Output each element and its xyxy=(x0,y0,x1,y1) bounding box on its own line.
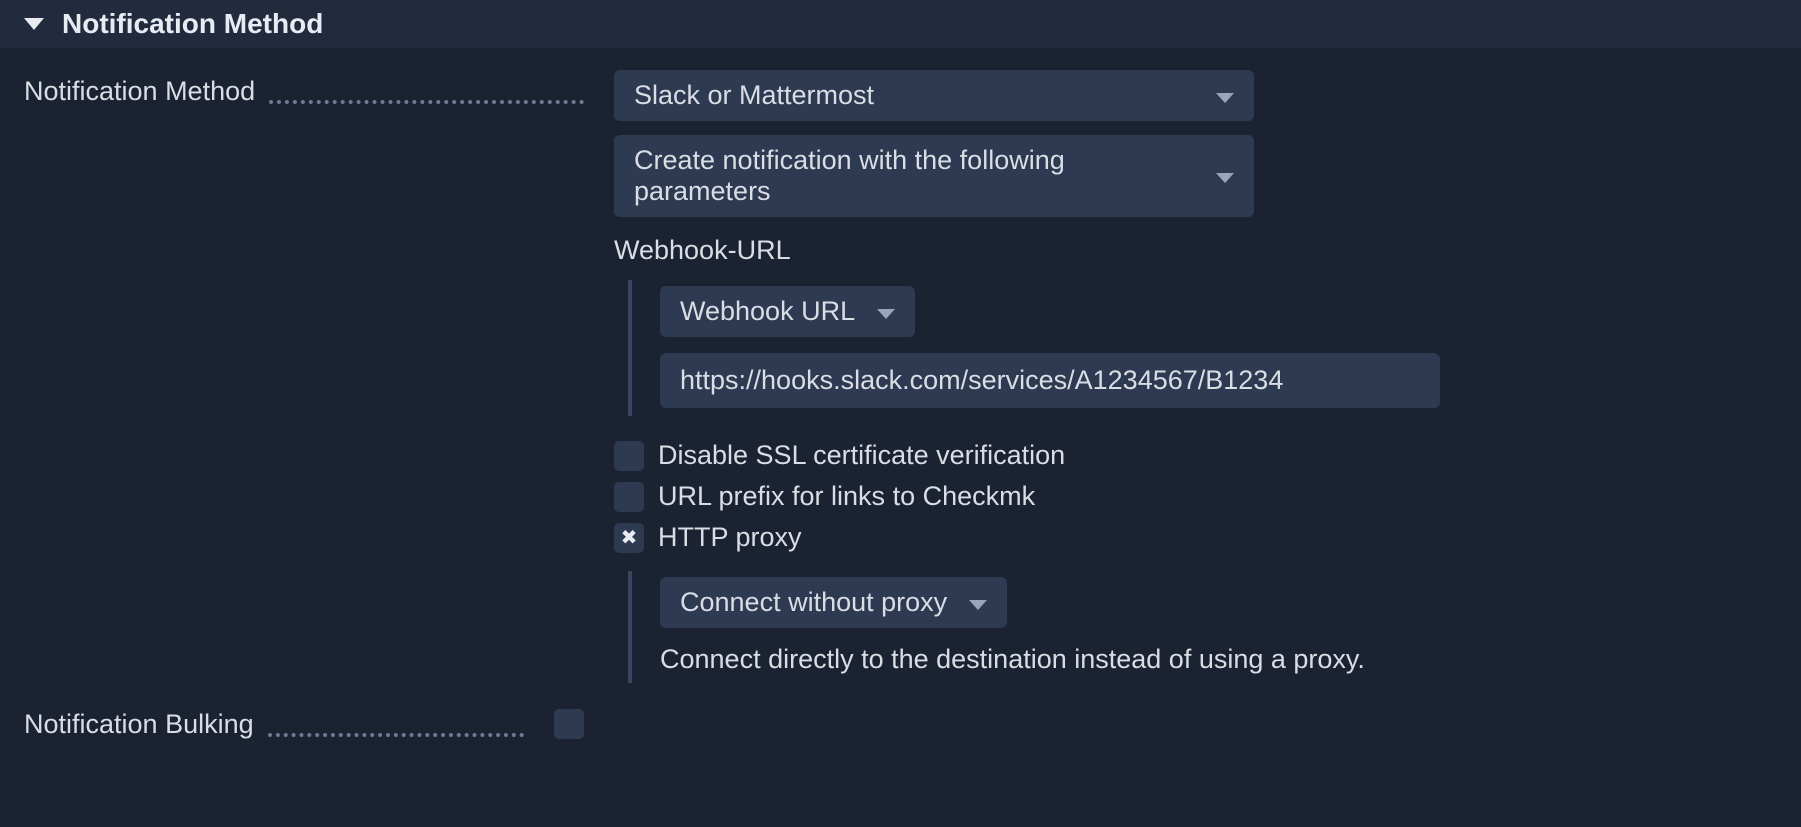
option-http-proxy[interactable]: HTTP proxy xyxy=(614,522,1777,553)
bulking-checkbox[interactable] xyxy=(554,709,584,739)
option-http-proxy-label: HTTP proxy xyxy=(658,522,802,553)
dots-filler xyxy=(268,733,524,737)
chevron-down-icon xyxy=(877,309,895,319)
proxy-help-text: Connect directly to the destination inst… xyxy=(660,644,1777,675)
collapse-caret-icon xyxy=(24,18,44,30)
webhook-indent-block: Webhook URL xyxy=(628,280,1777,416)
section-title: Notification Method xyxy=(62,8,323,40)
input-col: Slack or Mattermost Create notification … xyxy=(614,70,1777,683)
row-notification-bulking: Notification Bulking xyxy=(24,703,1777,746)
checkbox-checked-icon[interactable] xyxy=(614,523,644,553)
proxy-indent-block: Connect without proxy Connect directly t… xyxy=(628,571,1777,683)
webhook-url-input[interactable] xyxy=(660,353,1440,408)
bulking-checkbox-wrap xyxy=(554,703,584,746)
section-header[interactable]: Notification Method xyxy=(0,0,1801,48)
proxy-value: Connect without proxy xyxy=(680,587,947,618)
notification-mode-value: Create notification with the following p… xyxy=(634,145,1194,207)
notification-method-select[interactable]: Slack or Mattermost xyxy=(614,70,1254,121)
webhook-type-value: Webhook URL xyxy=(680,296,855,327)
notification-method-label: Notification Method xyxy=(24,76,255,107)
checkbox-unchecked-icon[interactable] xyxy=(614,482,644,512)
notification-method-value: Slack or Mattermost xyxy=(634,80,874,111)
webhook-section-label: Webhook-URL xyxy=(614,235,1777,266)
option-disable-ssl-label: Disable SSL certificate verification xyxy=(658,440,1065,471)
label-col: Notification Method xyxy=(24,70,614,107)
chevron-down-icon xyxy=(1216,93,1234,103)
option-disable-ssl[interactable]: Disable SSL certificate verification xyxy=(614,440,1777,471)
proxy-select[interactable]: Connect without proxy xyxy=(660,577,1007,628)
notification-mode-select[interactable]: Create notification with the following p… xyxy=(614,135,1254,217)
option-url-prefix-label: URL prefix for links to Checkmk xyxy=(658,481,1035,512)
checkbox-unchecked-icon[interactable] xyxy=(614,441,644,471)
form-body: Notification Method Slack or Mattermost … xyxy=(0,48,1801,782)
chevron-down-icon xyxy=(969,600,987,610)
webhook-type-select[interactable]: Webhook URL xyxy=(660,286,915,337)
option-url-prefix[interactable]: URL prefix for links to Checkmk xyxy=(614,481,1777,512)
label-col: Notification Bulking xyxy=(24,703,554,740)
row-notification-method: Notification Method Slack or Mattermost … xyxy=(24,70,1777,683)
chevron-down-icon xyxy=(1216,173,1234,183)
dots-filler xyxy=(269,100,584,104)
notification-bulking-label: Notification Bulking xyxy=(24,709,254,740)
